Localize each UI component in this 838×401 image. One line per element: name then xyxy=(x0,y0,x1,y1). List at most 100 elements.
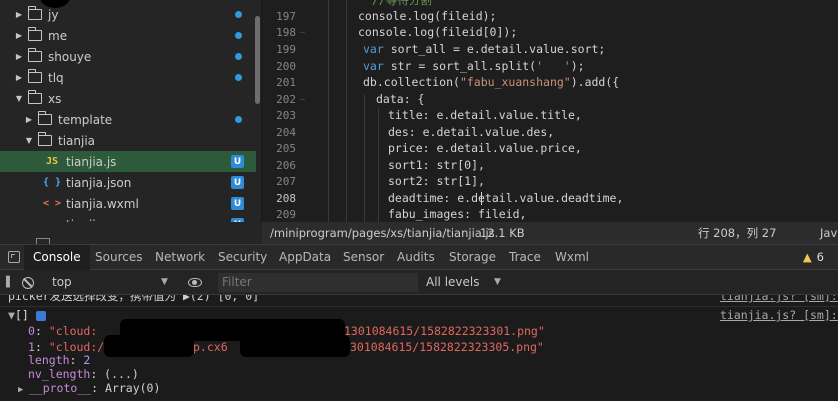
code-token: ).add({ xyxy=(570,75,620,89)
tab-appdata[interactable]: AppData xyxy=(279,245,331,270)
array-proto[interactable]: ▶ __proto__: Array(0) xyxy=(18,381,160,398)
tree-item-shouye[interactable]: ▶ shouye xyxy=(0,46,256,67)
source-link[interactable]: tianjia.js? [sm]:27 xyxy=(720,295,838,304)
redaction-mark xyxy=(240,335,350,357)
tab-security[interactable]: Security xyxy=(218,245,267,270)
console-toolbar: ▌ top ▼ Filter All levels ▼ xyxy=(0,270,838,295)
tab-wxml[interactable]: Wxml xyxy=(555,245,589,270)
cursor-position[interactable]: 行 208，列 27 xyxy=(698,225,776,241)
tree-label: tianjia.js xyxy=(66,154,117,169)
array-nv-length[interactable]: nv_length: (...) xyxy=(28,367,139,382)
modified-dot xyxy=(235,11,242,18)
tree-item-tlq[interactable]: ▶ tlq xyxy=(0,67,256,88)
line-number-active: 208 xyxy=(276,192,296,205)
code-line: price: e.detail.value.price, xyxy=(388,141,582,155)
tab-console[interactable]: Console xyxy=(24,245,90,270)
language-mode[interactable]: Java xyxy=(820,226,838,240)
folder-open-icon xyxy=(28,90,42,104)
file-tree: ▶ jy ▶ me ▶ shouye ▶ tlq ▼ xs ▶ template… xyxy=(0,0,262,243)
folder-icon xyxy=(28,6,42,20)
chevron-right-icon: ▶ xyxy=(15,73,23,82)
tree-label: tianjia xyxy=(58,133,96,148)
proto-value: Array(0) xyxy=(105,381,161,395)
code-token: ); xyxy=(570,59,585,73)
untracked-badge: U xyxy=(231,197,244,210)
eye-icon[interactable] xyxy=(188,278,202,287)
tree-item-xs[interactable]: ▼ xs xyxy=(0,88,256,109)
tree-label: template xyxy=(58,112,113,127)
wxml-file-icon: < > xyxy=(42,198,62,209)
tree-item-template[interactable]: ▶ template xyxy=(0,109,256,130)
sidebar-toggle-icon[interactable]: ▌ xyxy=(6,270,14,295)
code-token: db.collection( xyxy=(363,75,460,89)
chevron-down-icon: ▼ xyxy=(25,136,33,145)
tree-item-jy[interactable]: ▶ jy xyxy=(0,4,256,25)
tab-network[interactable]: Network xyxy=(155,245,205,270)
console-output: picker发送选择改变，携带值为 ▶(2) [0, 0] tianjia.js… xyxy=(0,295,838,401)
chevron-right-icon: ▶ xyxy=(15,31,23,40)
clear-console-icon[interactable] xyxy=(22,277,34,289)
chevron-down-icon[interactable]: ▼ xyxy=(494,270,501,295)
tab-sensor[interactable]: Sensor xyxy=(343,245,384,270)
array-length: length: 2 xyxy=(28,353,91,367)
code-line-active: deadtime: e.detail.value.deadtime, xyxy=(388,191,624,205)
string-value: "cloud:/ xyxy=(48,340,105,354)
array-label: [] xyxy=(14,308,29,322)
chevron-down-icon[interactable]: ▼ xyxy=(161,270,168,295)
folder-icon xyxy=(38,111,52,125)
chevron-right-icon: ▶ xyxy=(18,385,29,395)
line-number: 206 xyxy=(276,159,296,172)
chevron-right-icon: ▶ xyxy=(15,10,23,19)
tree-label: shouye xyxy=(48,49,92,64)
folder-icon xyxy=(28,27,42,41)
tree-label: me xyxy=(48,28,68,43)
prop-key: nv_length xyxy=(28,367,91,381)
tree-item-me[interactable]: ▶ me xyxy=(0,25,256,46)
modified-dot xyxy=(235,32,242,39)
code-line: var sort_all = e.detail.value.sort; xyxy=(363,41,605,58)
code-token: sort_all = e.detail.value.sort; xyxy=(383,42,606,56)
prop-key: __proto__ xyxy=(28,381,92,395)
tree-label: xs xyxy=(48,91,62,106)
array-header[interactable]: ▼[] xyxy=(8,308,46,323)
tree-item-tianjia-wxml[interactable]: < > tianjia.wxml U xyxy=(0,193,256,214)
log-message: picker发送选择改变，携带值为 ▶(2) [0, 0] xyxy=(8,295,260,303)
filter-input[interactable]: Filter xyxy=(218,273,418,292)
chevron-right-icon: ▶ xyxy=(15,52,23,61)
tree-label: tianjia.wxml xyxy=(66,196,139,211)
getter-value: (...) xyxy=(104,367,139,381)
code-token: str = sort_all.split( xyxy=(383,59,537,73)
info-icon xyxy=(35,310,46,321)
tree-item-tianjia-json[interactable]: { } tianjia.json U xyxy=(0,172,256,193)
string-token: "fabu_xuanshang" xyxy=(459,75,571,89)
code-line: sort1: str[0], xyxy=(388,158,485,172)
sidebar-scrollbar[interactable] xyxy=(255,16,260,104)
code-line: fabu_images: fileid, xyxy=(388,207,527,221)
prop-key: 1 xyxy=(28,340,35,354)
line-number: 200 xyxy=(276,60,296,73)
levels-dropdown[interactable]: All levels xyxy=(426,270,479,295)
code-line: db.collection("fabu_xuanshang").add({ xyxy=(363,74,619,91)
tree-item-tianjia[interactable]: ▼ tianjia xyxy=(0,130,256,151)
fold-marker-icon[interactable]: ─ xyxy=(300,91,305,108)
string-value: 1301084615/1582822323301.png" xyxy=(344,324,545,338)
tree-item-tianjia-js[interactable]: JS tianjia.js U xyxy=(0,151,256,172)
context-selector[interactable]: top xyxy=(52,270,72,295)
code-editor[interactable]: 198 197 198 199 200 201 202 203 204 205 … xyxy=(262,0,838,222)
tab-audits[interactable]: Audits xyxy=(397,245,435,270)
tab-storage[interactable]: Storage xyxy=(449,245,496,270)
modified-dot xyxy=(235,116,242,123)
tab-sources[interactable]: Sources xyxy=(95,245,142,270)
folder-icon xyxy=(28,48,42,62)
inspect-element-icon[interactable] xyxy=(8,251,20,263)
folder-icon xyxy=(28,69,42,83)
redaction-mark xyxy=(104,335,194,357)
source-link[interactable]: tianjia.js? [sm]:197 xyxy=(720,308,838,323)
devtools-tabbar: Console Sources Network Security AppData… xyxy=(0,244,838,270)
line-number: 197 xyxy=(276,10,296,23)
fold-marker-icon[interactable]: ─ xyxy=(300,24,305,41)
warning-counter[interactable]: ▲ 6 xyxy=(803,245,824,270)
tab-trace[interactable]: Trace xyxy=(509,245,541,270)
chevron-down-icon: ▼ xyxy=(15,94,23,103)
keyword-token: var xyxy=(363,59,384,73)
